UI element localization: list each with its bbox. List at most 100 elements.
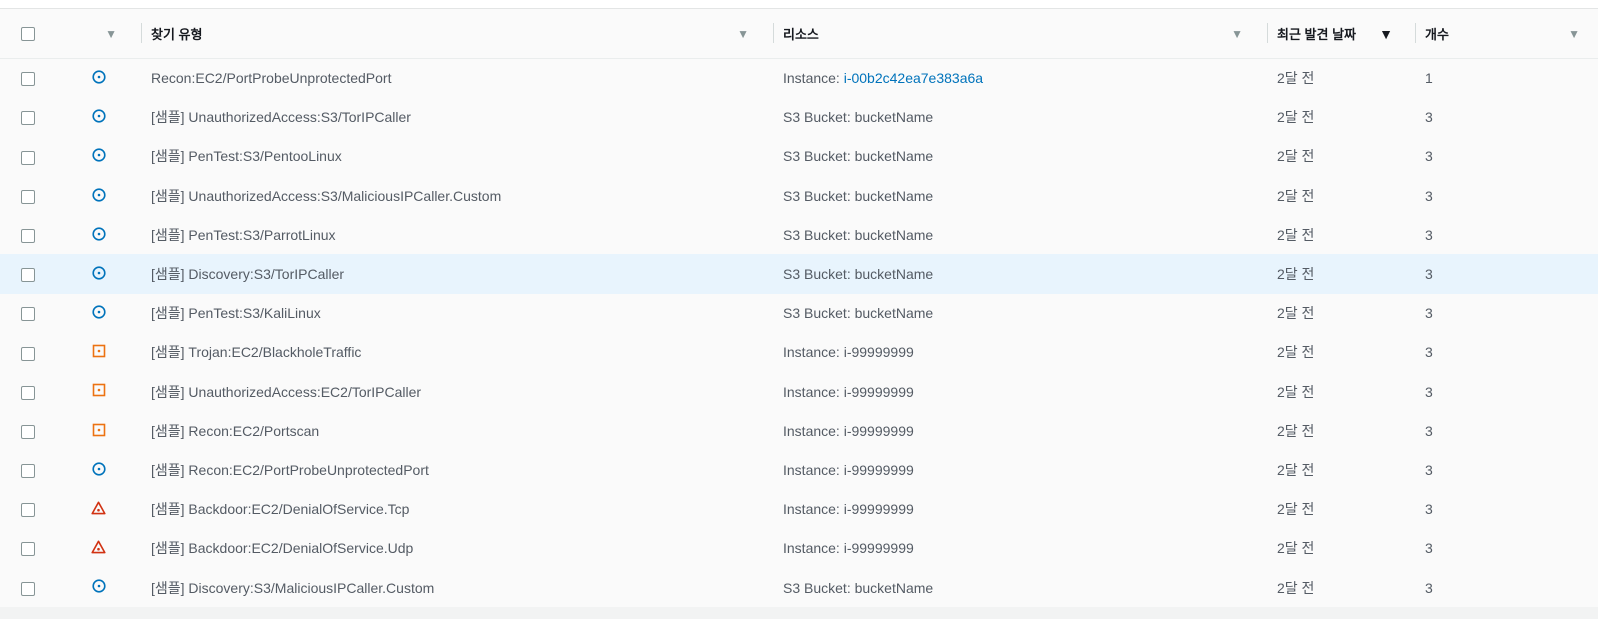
resource-cell: Instance: i-99999999 [773,529,1267,568]
row-checkbox[interactable] [21,346,35,361]
resource-cell: S3 Bucket: bucketName [773,137,1267,176]
table-row[interactable]: [샘플] PenTest:S3/KaliLinux S3 Bucket: buck… [0,293,1598,333]
high-severity-icon [91,501,106,518]
row-checkbox[interactable] [21,307,35,322]
severity-cell [56,215,141,254]
finding-type-sort-icon[interactable]: ▼ [737,27,749,41]
row-checkbox[interactable] [21,503,35,518]
count-cell: 3 [1425,461,1433,478]
finding-type-cell[interactable]: [샘플] PenTest:S3/KaliLinux [141,294,773,333]
select-all-checkbox[interactable] [21,27,35,42]
finding-type-cell[interactable]: [샘플] Discovery:S3/MaliciousIPCaller.Cust… [141,568,773,607]
column-divider[interactable] [141,23,142,43]
resource-cell: S3 Bucket: bucketName [773,294,1267,333]
last-seen-cell: 2달 전 [1277,305,1315,322]
row-select-cell [0,568,56,607]
table-row[interactable]: Recon:EC2/PortProbeUnprotectedPort Instan… [0,58,1598,98]
finding-type-cell[interactable]: [샘플] PenTest:S3/PentooLinux [141,137,773,176]
finding-type-cell[interactable]: [샘플] Recon:EC2/PortProbeUnprotectedPort [141,450,773,489]
severity-cell [56,294,141,333]
finding-type-header-label: 찾기 유형 [151,27,203,42]
row-checkbox[interactable] [21,542,35,557]
finding-type-cell[interactable]: [샘플] Backdoor:EC2/DenialOfService.Tcp [141,490,773,529]
resource-prefix: S3 Bucket: [783,109,855,126]
top-strip [0,0,1598,9]
table-row[interactable]: [샘플] PenTest:S3/PentooLinux S3 Bucket: bu… [0,136,1598,177]
last-seen-sort-icon[interactable]: ▼ [1379,26,1393,42]
resource-cell: Instance: i-99999999 [773,490,1267,529]
table-row[interactable]: [샘플] Backdoor:EC2/DenialOfService.Udp Ins… [0,528,1598,568]
finding-type-cell[interactable]: [샘플] UnauthorizedAccess:S3/MaliciousIPCa… [141,176,773,215]
finding-type-cell[interactable]: Recon:EC2/PortProbeUnprotectedPort [141,59,773,98]
row-checkbox[interactable] [21,111,35,126]
last-seen-cell: 2달 전 [1277,187,1315,204]
column-divider[interactable] [1267,23,1268,43]
row-select-cell [0,176,56,215]
table-row[interactable]: [샘플] Trojan:EC2/BlackholeTraffic Instance… [0,332,1598,372]
table-row[interactable]: [샘플] PenTest:S3/ParrotLinux S3 Bucket: bu… [0,215,1598,255]
resource-prefix: Instance: [783,70,844,87]
finding-type-cell[interactable]: [샘플] Backdoor:EC2/DenialOfService.Udp [141,529,773,568]
count-cell: 3 [1425,579,1433,596]
resource-cell: S3 Bucket: bucketName [773,254,1267,293]
resource-value: bucketName [854,305,934,322]
finding-type-cell[interactable]: [샘플] Trojan:EC2/BlackholeTraffic [141,333,773,372]
row-checkbox[interactable] [21,464,35,479]
severity-cell [56,59,141,98]
resource-cell: Instance: i-99999999 [773,450,1267,489]
medium-severity-icon [92,423,106,440]
table-row[interactable]: [샘플] Recon:EC2/PortProbeUnprotectedPort I… [0,450,1598,490]
severity-column-header[interactable]: ▼ [56,9,141,59]
finding-type-cell[interactable]: [샘플] Recon:EC2/Portscan [141,411,773,450]
finding-type-cell[interactable]: [샘플] Discovery:S3/TorIPCaller [141,254,773,293]
table-row[interactable]: [샘플] UnauthorizedAccess:S3/TorIPCaller S3… [0,97,1598,137]
severity-cell [56,98,141,137]
row-checkbox[interactable] [21,228,35,243]
last-seen-cell: 2달 전 [1277,70,1315,87]
severity-sort-icon[interactable]: ▼ [105,27,117,41]
row-checkbox[interactable] [21,581,35,596]
resource-prefix: Instance: [783,422,844,439]
row-checkbox[interactable] [21,268,35,283]
finding-type-cell[interactable]: [샘플] UnauthorizedAccess:EC2/TorIPCaller [141,372,773,411]
last-seen-cell: 2달 전 [1277,579,1315,596]
resource-value: i-99999999 [843,383,914,400]
row-checkbox[interactable] [21,385,35,400]
resource-column-header[interactable]: 리소스 ▼ [773,9,1267,59]
low-severity-icon [91,579,106,596]
column-divider[interactable] [1415,23,1416,43]
count-sort-icon[interactable]: ▼ [1568,27,1580,41]
table-row[interactable]: [샘플] Discovery:S3/MaliciousIPCaller.Cust… [0,567,1598,608]
table-row[interactable]: [샘플] Backdoor:EC2/DenialOfService.Tcp Ins… [0,489,1598,529]
finding-type-cell[interactable]: [샘플] UnauthorizedAccess:S3/TorIPCaller [141,98,773,137]
column-divider[interactable] [773,23,774,43]
finding-type-cell[interactable]: [샘플] PenTest:S3/ParrotLinux [141,215,773,254]
row-select-cell [0,490,56,529]
row-checkbox[interactable] [21,150,35,165]
table-row[interactable]: [샘플] Recon:EC2/Portscan Instance: i-99999… [0,411,1598,451]
count-column-header[interactable]: 개수 ▼ [1415,9,1598,59]
resource-cell: S3 Bucket: bucketName [773,215,1267,254]
resource-value[interactable]: i-00b2c42ea7e383a6a [844,70,983,86]
low-severity-icon [91,148,106,165]
last-seen-column-header[interactable]: 최근 발견 날짜 ▼ [1267,9,1415,59]
row-checkbox[interactable] [21,189,35,204]
resource-cell: Instance: i-99999999 [773,372,1267,411]
count-cell: 3 [1425,148,1433,165]
resource-sort-icon[interactable]: ▼ [1231,27,1243,41]
table-row[interactable]: [샘플] UnauthorizedAccess:EC2/TorIPCaller I… [0,372,1598,412]
severity-cell [56,411,141,450]
count-cell: 3 [1425,109,1433,126]
row-checkbox[interactable] [21,72,35,87]
resource-value: bucketName [854,109,934,126]
severity-cell [56,450,141,489]
table-row[interactable]: [샘플] UnauthorizedAccess:S3/MaliciousIPCa… [0,176,1598,216]
table-row[interactable]: [샘플] Discovery:S3/TorIPCaller S3 Bucket: … [0,254,1598,294]
finding-type-column-header[interactable]: 찾기 유형 ▼ [141,9,773,59]
resource-value: bucketName [854,226,934,243]
row-checkbox[interactable] [21,424,35,439]
last-seen-cell: 2달 전 [1277,422,1315,439]
row-select-cell [0,450,56,489]
resource-cell: S3 Bucket: bucketName [773,98,1267,137]
last-seen-cell: 2달 전 [1277,266,1315,283]
